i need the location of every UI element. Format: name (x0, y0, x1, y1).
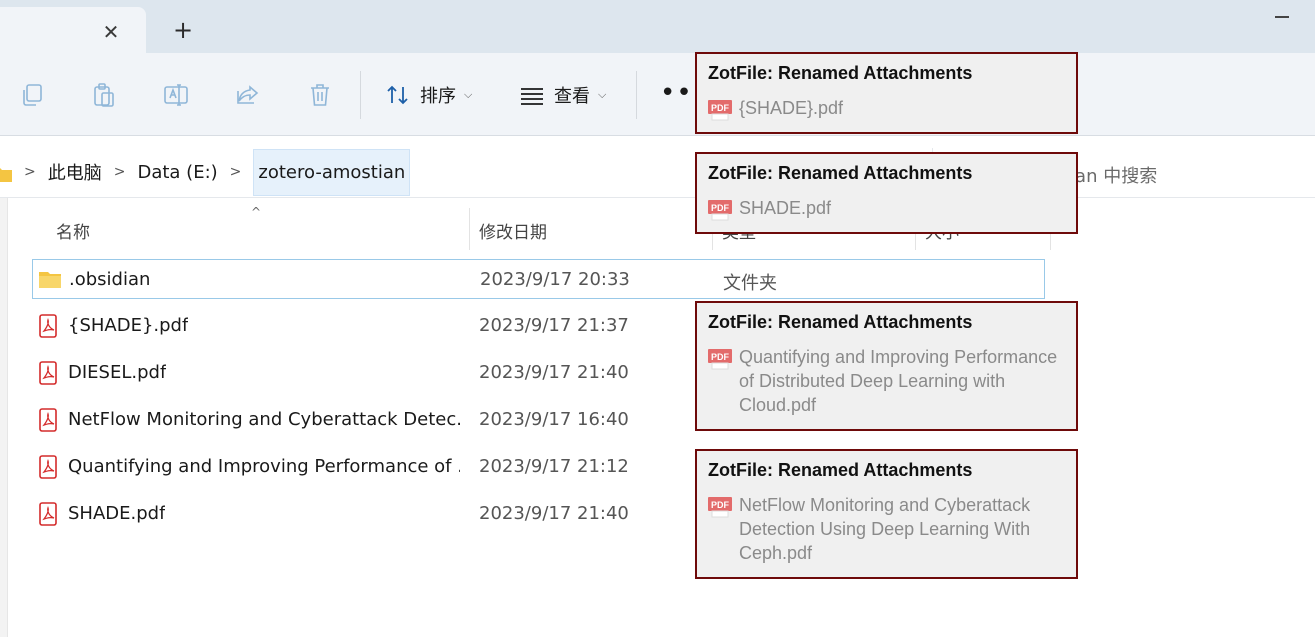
rename-icon[interactable] (162, 81, 190, 109)
chevron-down-icon: ⌵ (598, 88, 607, 101)
notification-title: ZotFile: Renamed Attachments (708, 312, 973, 332)
file-modified: 2023/9/17 21:40 (479, 503, 629, 524)
zotfile-notification: ZotFile: Renamed Attachments PDF SHADE.p… (695, 152, 1078, 234)
pdf-icon (39, 455, 57, 479)
pdf-icon: PDF (708, 200, 732, 221)
chevron-right-icon: > (24, 164, 36, 180)
navigation-pane-edge (0, 198, 8, 637)
column-divider[interactable] (469, 208, 470, 250)
view-label: 查看 (554, 86, 590, 107)
file-type: 文件夹 (723, 273, 777, 294)
svg-text:PDF: PDF (711, 203, 730, 213)
paste-icon[interactable] (90, 81, 118, 109)
file-modified: 2023/9/17 20:33 (480, 269, 630, 290)
svg-text:PDF: PDF (711, 500, 730, 510)
tab-strip: ✕ + (0, 0, 1315, 53)
file-modified: 2023/9/17 16:40 (479, 409, 629, 430)
toolbar-divider (360, 71, 361, 119)
file-name: {SHADE}.pdf (68, 315, 189, 336)
sort-icon (387, 85, 408, 105)
file-name: NetFlow Monitoring and Cyberattack Detec… (68, 409, 460, 430)
notification-text: Quantifying and Improving Performance of… (739, 347, 1058, 415)
pdf-icon (39, 502, 57, 526)
notification-text: {SHADE}.pdf (739, 98, 844, 118)
pdf-icon (39, 314, 57, 338)
delete-icon[interactable] (306, 81, 334, 109)
file-modified: 2023/9/17 21:40 (479, 362, 629, 383)
view-icon (521, 88, 543, 105)
folder-icon (39, 272, 61, 288)
toolbar-divider (636, 71, 637, 119)
sort-ascending-icon: ^ (251, 205, 262, 219)
minimize-icon[interactable] (1275, 16, 1289, 18)
pdf-icon (39, 408, 57, 432)
svg-text:PDF: PDF (711, 352, 730, 362)
zotfile-notification: ZotFile: Renamed Attachments PDF NetFlow… (695, 449, 1078, 579)
column-header-name[interactable]: 名称 (56, 208, 90, 252)
notification-title: ZotFile: Renamed Attachments (708, 163, 973, 183)
sort-label: 排序 (420, 86, 456, 107)
file-modified: 2023/9/17 21:12 (479, 456, 629, 477)
chevron-right-icon: > (229, 164, 242, 180)
breadcrumb-drive[interactable]: Data (E:) (137, 162, 217, 183)
command-bar: 排序 ⌵ 查看 ⌵ ••• (0, 53, 1315, 136)
notification-text: SHADE.pdf (739, 198, 832, 218)
breadcrumb-current-folder[interactable]: zotero-amostian (253, 148, 411, 196)
notification-text: NetFlow Monitoring and Cyberattack Detec… (739, 495, 1031, 563)
notification-title: ZotFile: Renamed Attachments (708, 460, 973, 480)
file-modified: 2023/9/17 21:37 (479, 315, 629, 336)
file-name: Quantifying and Improving Performance of… (68, 456, 460, 477)
view-button[interactable]: 查看 ⌵ (518, 79, 606, 111)
zotfile-notification: ZotFile: Renamed Attachments PDF {SHADE}… (695, 52, 1078, 134)
file-name: SHADE.pdf (68, 503, 166, 524)
pdf-icon: PDF (708, 100, 732, 121)
notification-title: ZotFile: Renamed Attachments (708, 63, 973, 83)
zotfile-notification: ZotFile: Renamed Attachments PDF Quantif… (695, 301, 1078, 431)
pdf-icon: PDF (708, 497, 732, 518)
close-tab-icon[interactable]: ✕ (100, 21, 122, 43)
explorer-tab[interactable]: ✕ (0, 7, 146, 53)
file-name: DIESEL.pdf (68, 362, 167, 383)
pdf-icon (39, 361, 57, 385)
copy-icon[interactable] (18, 81, 46, 109)
new-tab-button[interactable]: + (170, 18, 196, 44)
chevron-right-icon: > (113, 164, 126, 180)
sort-button[interactable]: 排序 ⌵ (384, 79, 472, 111)
file-name: .obsidian (69, 269, 151, 290)
share-icon[interactable] (234, 81, 262, 109)
svg-text:PDF: PDF (711, 103, 730, 113)
file-row[interactable]: .obsidian 2023/9/17 20:33 文件夹 (32, 259, 1045, 299)
breadcrumb: > 此电脑 > Data (E:) > zotero-amostian (0, 148, 411, 196)
pdf-icon: PDF (708, 349, 732, 370)
chevron-down-icon: ⌵ (464, 88, 473, 101)
breadcrumb-this-pc[interactable]: 此电脑 (48, 159, 102, 185)
column-header-modified[interactable]: 修改日期 (479, 208, 547, 252)
